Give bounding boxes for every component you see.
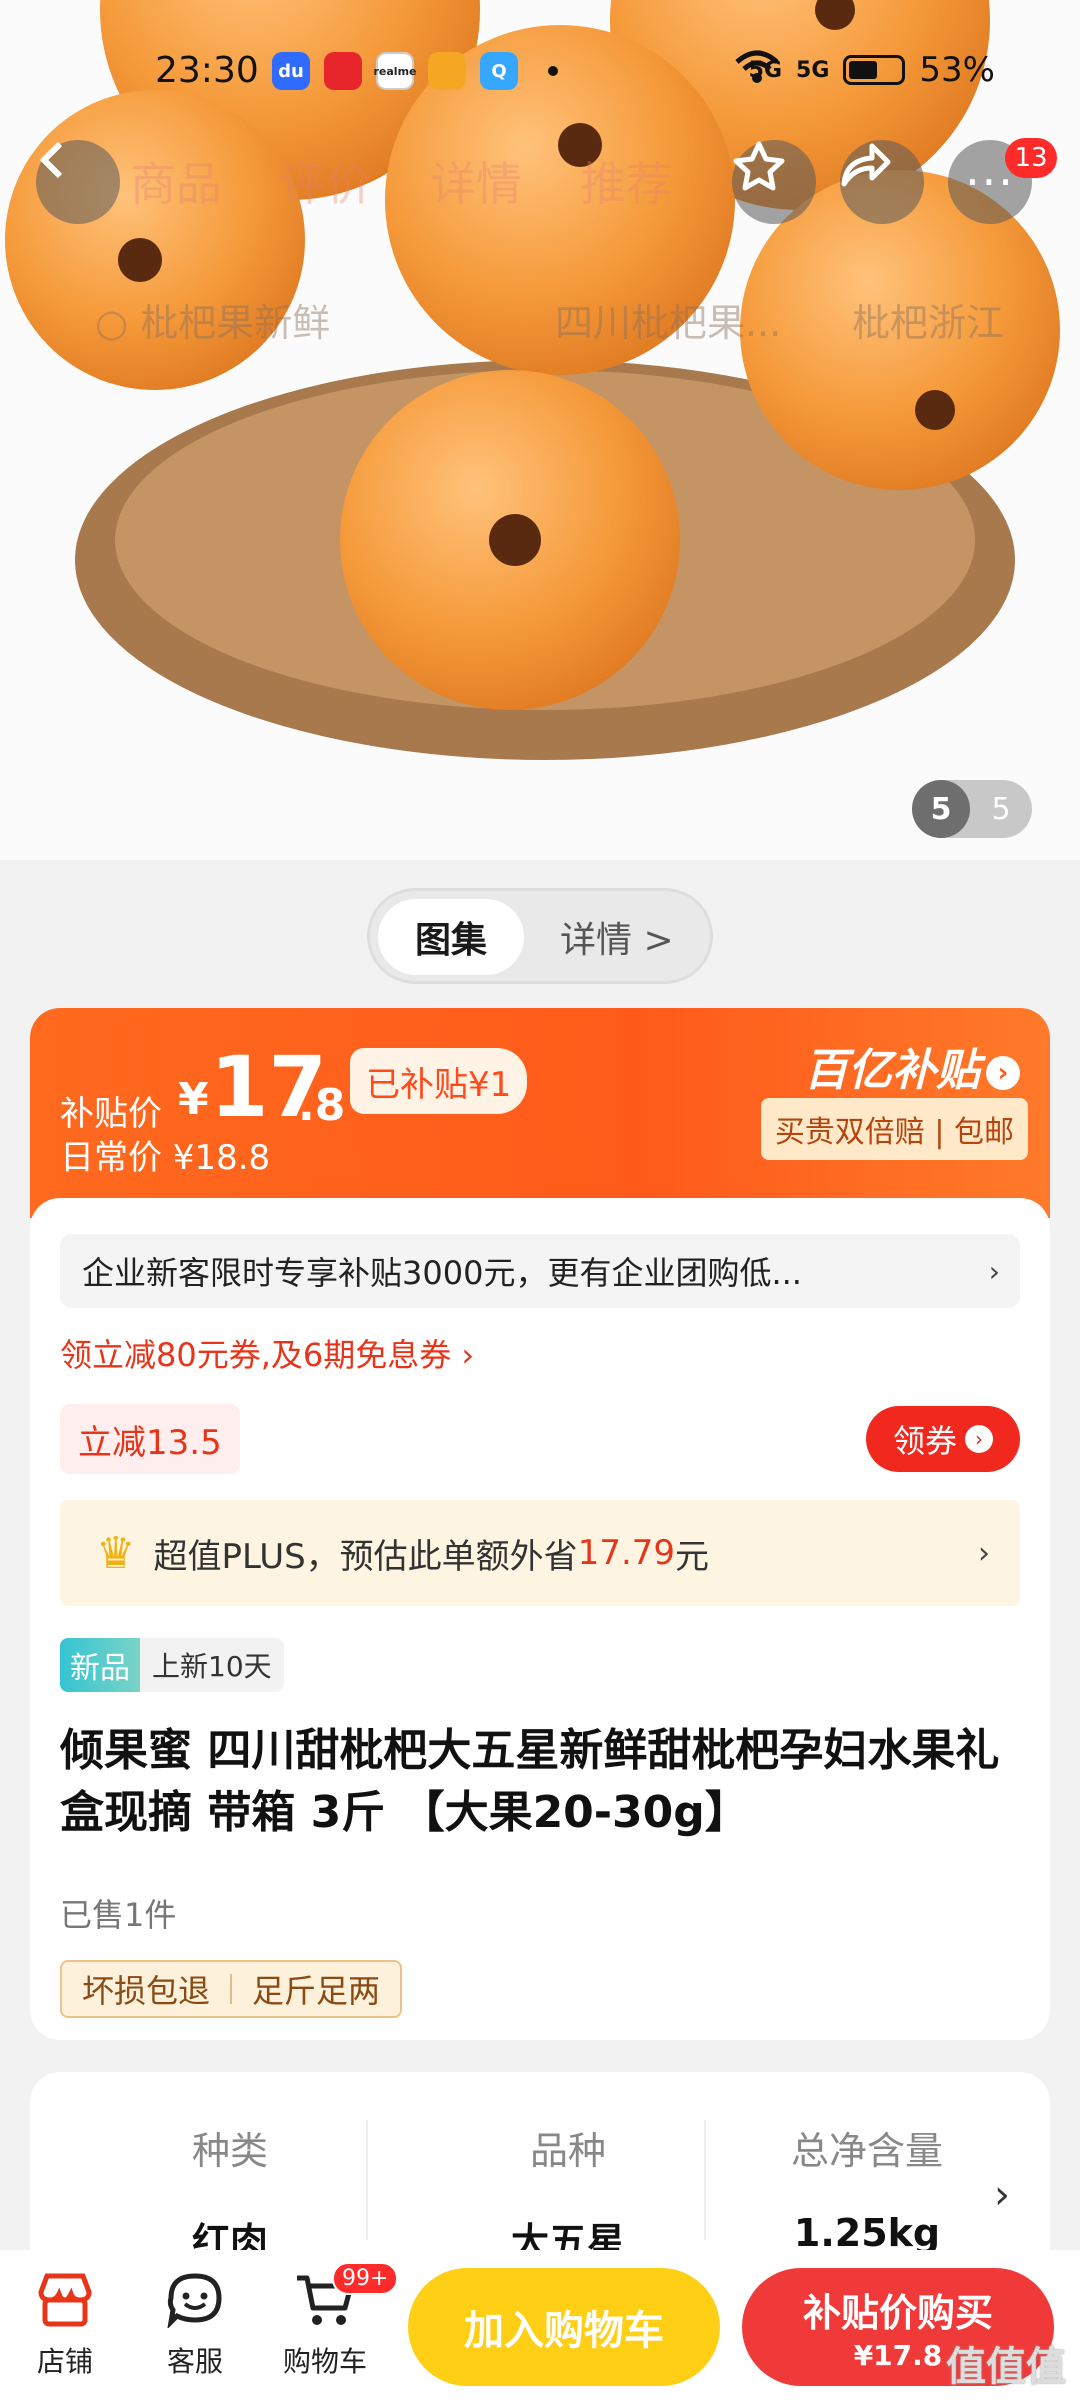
back-button[interactable] <box>36 140 120 224</box>
chevron-right-icon: › <box>988 1254 1000 1288</box>
tab-gallery[interactable]: 图集 <box>378 899 524 975</box>
price-decimal: .8 <box>298 1080 346 1131</box>
plus-prefix: 超值PLUS，预估此单额外省 <box>153 1536 578 1577</box>
battery-percent: 53% <box>919 50 995 90</box>
loquat-photo <box>0 0 1080 860</box>
cart-count-badge: 99+ <box>332 2262 399 2295</box>
billion-subsidy-link[interactable]: 百亿补贴 › <box>804 1034 1020 1098</box>
realme-icon: realme <box>374 52 417 90</box>
chat-face-icon <box>163 2268 227 2332</box>
product-info-card: 企业新客限时专享补贴3000元，更有企业团购低... › 领立减80元券,及6期… <box>30 1198 1050 2040</box>
product-image-carousel[interactable]: 23:30 du realme Q 5G 5G 53% 商品 评价 详情 推荐 <box>0 0 1080 860</box>
spec-key: 种类 <box>191 2129 268 2173</box>
notification-dot-icon <box>548 66 558 76</box>
search-ghost-text-1: 枇杷果新鲜 <box>140 301 331 345</box>
plus-suffix: 元 <box>675 1536 710 1577</box>
search-icon: ○ <box>95 301 141 345</box>
spec-key: 总净含量 <box>790 2129 943 2173</box>
product-title: 倾果蜜 四川甜枇杷大五星新鲜甜枇杷孕妇水果礼盒现摘 带箱 3斤 【大果20-30… <box>60 1725 1000 1838</box>
share-icon <box>841 143 891 187</box>
store-label: 店铺 <box>36 2345 93 2378</box>
notification-badge: 13 <box>1005 138 1057 178</box>
divider <box>366 2120 368 2240</box>
spec-net-weight: 总净含量 1.25kg <box>742 2120 992 2255</box>
chevron-right-icon: › <box>965 1425 993 1453</box>
price-banner: 补贴价 ¥ 17 .8 已补贴¥1 日常价 ¥18.8 百亿补贴 › 买贵双倍赔 … <box>30 1008 1050 1218</box>
cart-button[interactable]: 99+ 购物车 <box>270 2262 399 2380</box>
subsidy-badge: 已补贴¥1 <box>350 1048 528 1114</box>
get-coupon-button[interactable]: 领券 › <box>866 1406 1020 1472</box>
service-label: 客服 <box>166 2345 223 2378</box>
pager-total: 5 <box>991 791 1011 827</box>
plus-amount: 17.79 <box>577 1533 676 1573</box>
search-ghost-3: 枇杷浙江 <box>852 301 1005 345</box>
battery-icon <box>843 55 906 85</box>
cart-label: 购物车 <box>282 2345 367 2378</box>
page-tabs: 商品 评价 详情 推荐 <box>130 148 672 214</box>
image-pager: 5 5 <box>912 780 1032 838</box>
tag-full-weight: 足斤足两 <box>252 1972 381 2010</box>
search-ghost-1: ○ 枇杷果新鲜 <box>95 292 330 347</box>
spec-value: 1.25kg <box>793 2211 941 2255</box>
spec-type: 种类 红肉 <box>80 2120 380 2266</box>
crown-icon: ♛ <box>96 1527 136 1579</box>
daily-price: 日常价 ¥18.8 <box>60 1138 271 1178</box>
status-right: 5G 5G 53% <box>735 50 995 90</box>
tag-damage-refund: 坏损包退 <box>82 1972 211 2010</box>
coupon-link[interactable]: 领立减80元券,及6期免息券 › <box>60 1330 474 1376</box>
tab-details[interactable]: 详情 <box>430 148 522 214</box>
plus-savings-row[interactable]: ♛ 超值PLUS，预估此单额外省 17.79 元 › <box>60 1500 1020 1606</box>
add-to-cart-button[interactable]: 加入购物车 <box>408 2268 720 2386</box>
guarantee-badge: 买贵双倍赔 | 包邮 <box>760 1098 1028 1160</box>
store-icon <box>33 2268 97 2332</box>
get-coupon-label: 领券 <box>892 1422 957 1460</box>
chevron-right-icon: › <box>986 1056 1020 1090</box>
status-app-icons: du realme Q <box>272 52 558 90</box>
signal-2-icon: 5G <box>796 57 830 83</box>
weibo-icon <box>428 52 466 90</box>
tab-reviews[interactable]: 评价 <box>280 148 372 214</box>
store-button[interactable]: 店铺 <box>10 2268 120 2380</box>
spec-key: 品种 <box>529 2129 606 2173</box>
gallery-toggle: 图集 详情 > <box>367 888 713 984</box>
enterprise-promo-row[interactable]: 企业新客限时专享补贴3000元，更有企业团购低... › <box>60 1234 1020 1308</box>
tab-recommend[interactable]: 推荐 <box>580 148 672 214</box>
favorite-button[interactable] <box>732 140 816 224</box>
new-badge: 新品 <box>60 1638 140 1692</box>
buy-label: 补贴价购买 <box>802 2291 993 2335</box>
enterprise-promo-text: 企业新客限时专享补贴3000元，更有企业团购低... <box>82 1254 802 1292</box>
divider <box>704 2120 706 2240</box>
pager-current: 5 <box>912 780 970 838</box>
customer-service-button[interactable]: 客服 <box>140 2268 250 2380</box>
tab-product[interactable]: 商品 <box>130 148 222 214</box>
new-days: 上新10天 <box>140 1638 284 1692</box>
watermark: 值值值 <box>946 2344 1066 2390</box>
tab-gallery-details[interactable]: 详情 > <box>560 911 674 963</box>
clock: 23:30 <box>155 50 259 91</box>
chevron-right-icon: › <box>994 2172 1010 2218</box>
sold-count: 已售1件 <box>60 1896 177 1934</box>
service-tags[interactable]: 坏损包退 足斤足两 <box>60 1960 403 2018</box>
baidu-icon: du <box>272 52 310 90</box>
new-product-tag: 新品 上新10天 <box>60 1638 284 1692</box>
search-ghost-2: 四川枇杷果... <box>555 301 782 345</box>
chevron-right-icon: › <box>978 1535 990 1571</box>
star-icon <box>733 141 785 191</box>
price-currency: ¥ <box>178 1074 209 1125</box>
instant-discount-tag: 立减13.5 <box>60 1404 240 1474</box>
bottom-action-bar: 店铺 客服 99+ 购物车 加入购物车 补贴价购买 ¥17.8 值值值 <box>0 2250 1080 2400</box>
spec-variety: 品种 大五星 <box>418 2120 718 2266</box>
chevron-left-icon <box>39 141 63 179</box>
jd-icon <box>324 52 362 90</box>
share-button[interactable] <box>840 140 924 224</box>
buy-price: ¥17.8 <box>853 2339 943 2372</box>
status-bar: 23:30 du realme Q 5G 5G 53% <box>0 40 1080 100</box>
search-app-icon: Q <box>480 52 518 90</box>
billion-subsidy-text: 百亿补贴 <box>804 1045 980 1096</box>
price-label: 补贴价 <box>60 1094 162 1134</box>
